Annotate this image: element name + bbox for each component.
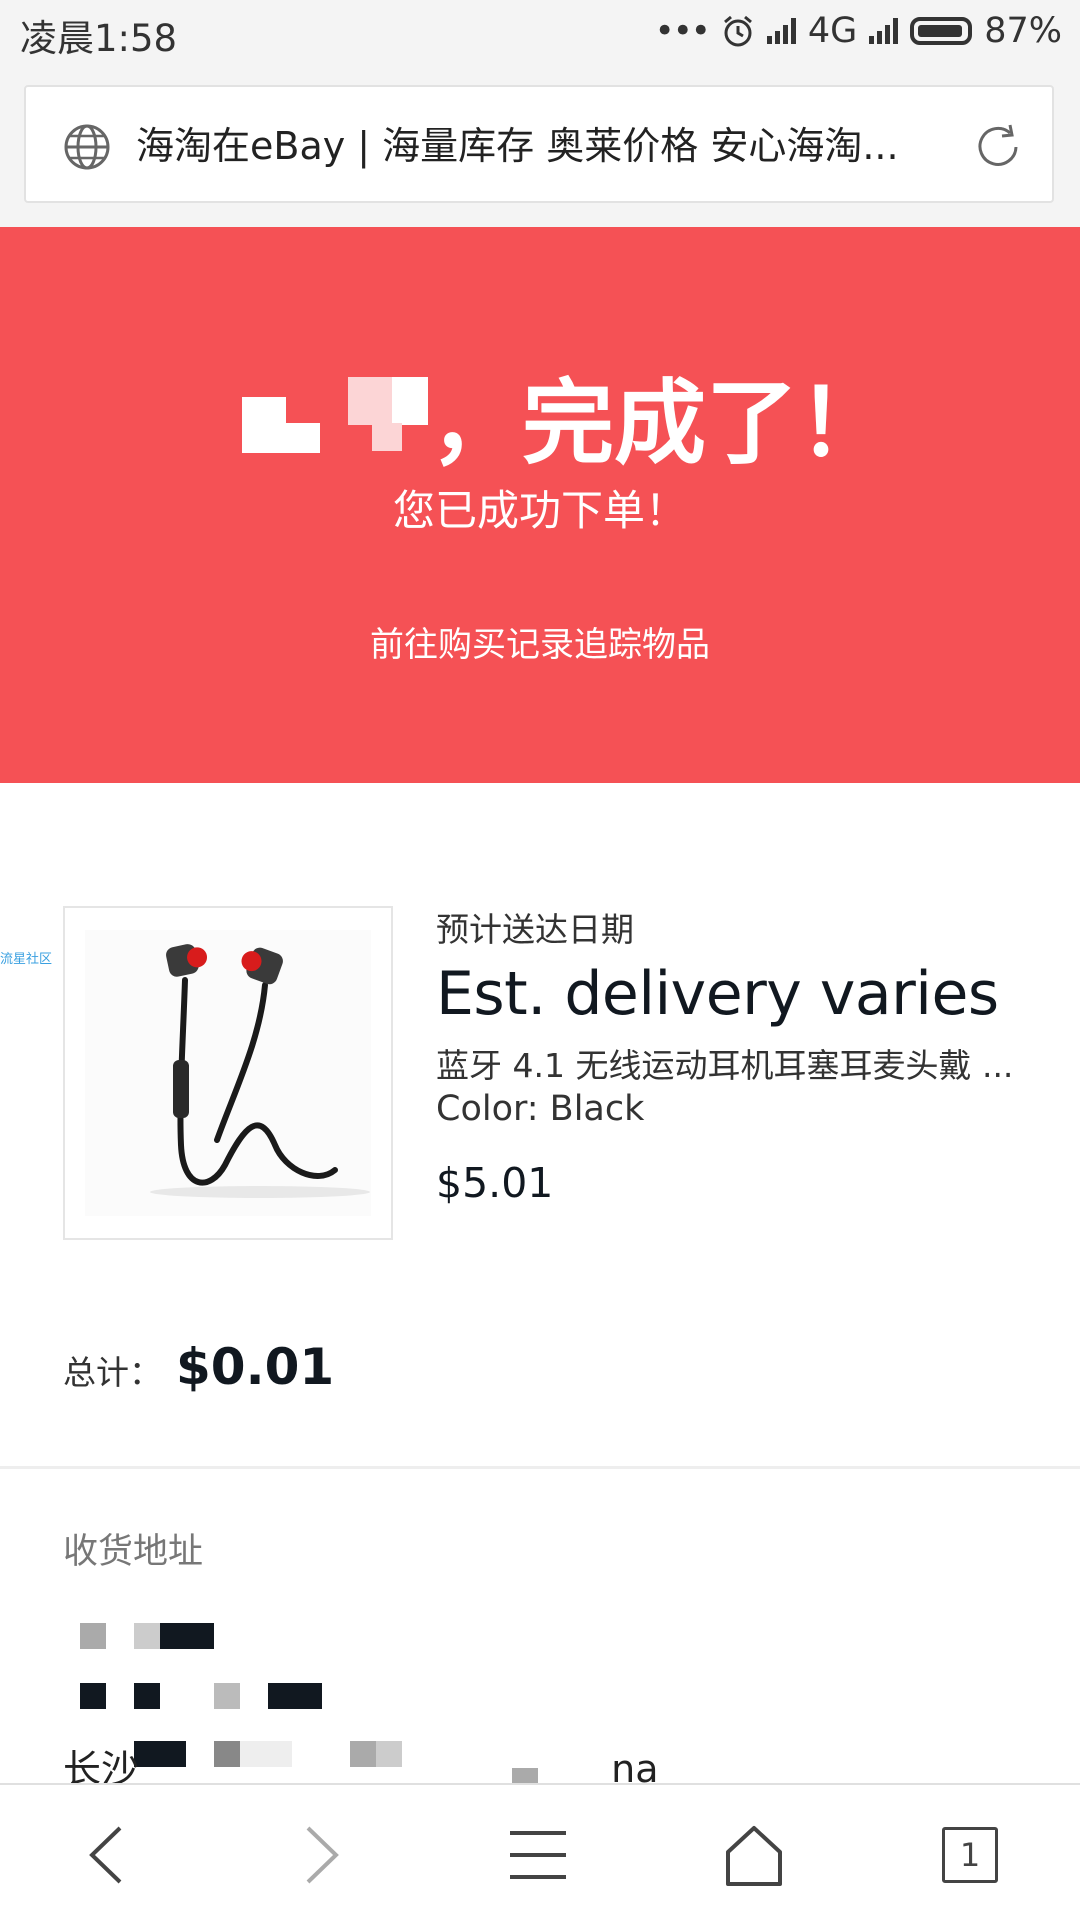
- battery-icon: [910, 17, 973, 45]
- browser-toolbar: 海淘在eBay | 海量库存 奥莱价格 安心海淘...: [0, 62, 1080, 227]
- tabs-button[interactable]: 1: [930, 1815, 1010, 1895]
- tab-count: 1: [959, 1836, 981, 1874]
- delivery-estimate: Est. delivery varies: [436, 959, 999, 1029]
- delivery-label: 预计送达日期: [436, 910, 634, 949]
- order-total: 总计： $0.01: [63, 1338, 334, 1396]
- battery-level: 87%: [984, 11, 1062, 51]
- back-button[interactable]: [66, 1815, 146, 1895]
- total-value: $0.01: [176, 1338, 335, 1396]
- page-title: 海淘在eBay | 海量库存 奥莱价格 安心海淘...: [136, 124, 899, 168]
- item-price: $5.01: [436, 1159, 554, 1207]
- signal-icon-2: [869, 18, 899, 44]
- menu-icon: [510, 1831, 566, 1879]
- success-headline: ，完成了！: [430, 370, 891, 477]
- item-thumbnail[interactable]: [63, 906, 393, 1240]
- success-banner: ，完成了！ 您已成功下单！ 前往购买记录追踪物品: [0, 227, 1080, 783]
- item-info: 预计送达日期 Est. delivery varies 蓝牙 4.1 无线运动耳…: [436, 903, 1036, 1207]
- browser-bottom-nav: 1: [0, 1783, 1080, 1920]
- order-details: 流星社区 预计送达日期 Est. delivery varies 蓝牙 4.1 …: [0, 783, 1080, 1794]
- status-bar: 凌晨1:58 ••• 4G 87%: [0, 0, 1080, 62]
- total-label: 总计：: [63, 1353, 162, 1392]
- earphones-image: [150, 944, 370, 1198]
- menu-button[interactable]: [498, 1815, 578, 1895]
- signal-icon: [766, 18, 796, 44]
- home-icon: [726, 1826, 782, 1886]
- track-purchase-link[interactable]: 前往购买记录追踪物品: [0, 617, 1080, 666]
- globe-icon: [64, 124, 110, 170]
- success-subtitle: 您已成功下单！: [392, 486, 687, 535]
- home-button[interactable]: [714, 1815, 794, 1895]
- item-variant: Color: Black: [436, 1089, 645, 1129]
- network-type: 4G: [807, 11, 858, 51]
- back-icon: [89, 1826, 122, 1884]
- more-dots-icon: •••: [654, 11, 711, 51]
- address-bar[interactable]: 海淘在eBay | 海量库存 奥莱价格 安心海淘...: [24, 85, 1054, 203]
- forward-icon: [306, 1826, 339, 1884]
- status-icons: ••• 4G 87%: [655, 6, 1062, 56]
- shipping-address-label: 收货地址: [63, 1532, 204, 1572]
- forward-button[interactable]: [282, 1815, 362, 1895]
- tabs-icon: 1: [942, 1827, 998, 1883]
- reload-icon[interactable]: [972, 121, 1024, 173]
- section-divider: [0, 1466, 1080, 1469]
- side-watermark: 流星社区: [0, 952, 53, 967]
- status-time: 凌晨1:58: [20, 17, 178, 60]
- item-title[interactable]: 蓝牙 4.1 无线运动耳机耳塞耳麦头戴 ...: [436, 1043, 1036, 1089]
- alarm-icon: [723, 15, 752, 47]
